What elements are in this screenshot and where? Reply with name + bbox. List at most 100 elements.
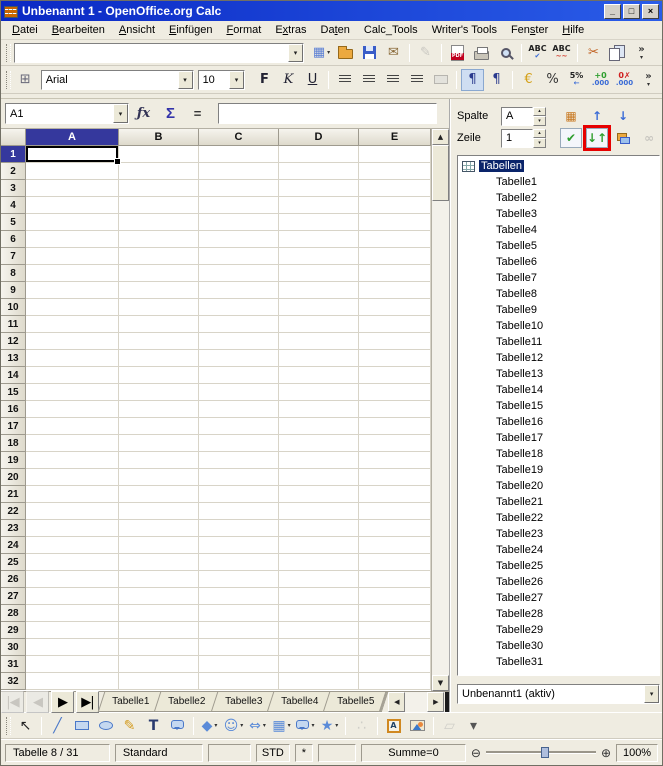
grid-cell-c26[interactable]: [199, 571, 279, 588]
grid-cell-d4[interactable]: [279, 197, 359, 214]
row-header-13[interactable]: 13: [1, 350, 26, 367]
callout-button[interactable]: [166, 715, 189, 737]
grid-cell-e22[interactable]: [359, 503, 431, 520]
dropdown-arrow-icon[interactable]: ▾: [263, 722, 266, 729]
row-header-31[interactable]: 31: [1, 656, 26, 673]
grid-cell-b32[interactable]: [119, 673, 199, 690]
row-spinner[interactable]: 1 ▴ ▾: [501, 128, 546, 148]
row-header-12[interactable]: 12: [1, 333, 26, 350]
zoom-level[interactable]: 100%: [616, 743, 659, 762]
grid-cell-d2[interactable]: [279, 163, 359, 180]
grid-cell-a17[interactable]: [26, 418, 119, 435]
menu-item-calc-tools[interactable]: Calc_Tools: [357, 22, 425, 38]
grid-cell-b11[interactable]: [119, 316, 199, 333]
grid-corner[interactable]: [1, 129, 26, 146]
cell-reference-box[interactable]: A1 ▾: [5, 103, 129, 124]
zoom-slider-thumb[interactable]: [540, 747, 549, 758]
left-to-right-button[interactable]: ¶: [461, 68, 484, 91]
grid-cell-b16[interactable]: [119, 401, 199, 418]
grid-cell-d23[interactable]: [279, 520, 359, 537]
toolbar-overflow-button[interactable]: » ▾: [637, 69, 660, 91]
grid-cell-a10[interactable]: [26, 299, 119, 316]
maximize-button[interactable]: □: [623, 3, 640, 19]
dropdown-arrow-icon[interactable]: ▾: [229, 70, 244, 89]
row-header-14[interactable]: 14: [1, 367, 26, 384]
grid-cell-a30[interactable]: [26, 639, 119, 656]
grid-cell-d7[interactable]: [279, 248, 359, 265]
grid-cell-a6[interactable]: [26, 231, 119, 248]
grid-cell-c9[interactable]: [199, 282, 279, 299]
grid-cell-d15[interactable]: [279, 384, 359, 401]
spin-down-icon[interactable]: ▾: [533, 116, 546, 126]
column-header-d[interactable]: D: [279, 129, 359, 146]
navigator-sheet-tabelle2[interactable]: Tabelle2: [458, 190, 659, 206]
grid-cell-c24[interactable]: [199, 537, 279, 554]
new-spreadsheet-button[interactable]: ▦ ▾: [310, 42, 333, 64]
navigator-sheet-tabelle30[interactable]: Tabelle30: [458, 638, 659, 654]
grid-cell-e6[interactable]: [359, 231, 431, 248]
right-to-left-button[interactable]: ¶: [485, 69, 508, 91]
menu-item-ansicht[interactable]: Ansicht: [112, 22, 162, 38]
navigator-sheet-tabelle28[interactable]: Tabelle28: [458, 606, 659, 622]
save-button[interactable]: [358, 42, 381, 64]
grid-cell-e12[interactable]: [359, 333, 431, 350]
sheet-tab-tabelle3[interactable]: Tabelle3: [210, 692, 277, 712]
grid-cell-e17[interactable]: [359, 418, 431, 435]
sheet-indicator[interactable]: Tabelle 8 / 31: [5, 743, 110, 762]
row-header-18[interactable]: 18: [1, 435, 26, 452]
email-document-button[interactable]: ✉: [382, 42, 405, 64]
row-header-25[interactable]: 25: [1, 554, 26, 571]
navigator-sheet-tabelle8[interactable]: Tabelle8: [458, 286, 659, 302]
grid-cell-c5[interactable]: [199, 214, 279, 231]
row-header-2[interactable]: 2: [1, 163, 26, 180]
navigator-sheet-tabelle25[interactable]: Tabelle25: [458, 558, 659, 574]
grid-cell-d24[interactable]: [279, 537, 359, 554]
selection-mode-indicator[interactable]: STD: [255, 743, 290, 762]
grid-cell-a20[interactable]: [26, 469, 119, 486]
scenarios-button[interactable]: [612, 128, 634, 148]
grid-cell-c18[interactable]: [199, 435, 279, 452]
grid-cell-a2[interactable]: [26, 163, 119, 180]
grid-cell-c29[interactable]: [199, 622, 279, 639]
toolbar-grip[interactable]: [6, 716, 11, 735]
grid-cell-b30[interactable]: [119, 639, 199, 656]
grid-cell-c4[interactable]: [199, 197, 279, 214]
spin-down-icon[interactable]: ▾: [533, 138, 546, 148]
grid-cell-e9[interactable]: [359, 282, 431, 299]
grid-cell-b28[interactable]: [119, 605, 199, 622]
grid-cell-a21[interactable]: [26, 486, 119, 503]
select-button[interactable]: ↖: [14, 715, 37, 737]
dropdown-arrow-icon[interactable]: ▾: [335, 722, 338, 729]
number-format-currency-button[interactable]: €: [517, 69, 540, 91]
navigator-sheet-tabelle21[interactable]: Tabelle21: [458, 494, 659, 510]
grid-cell-a9[interactable]: [26, 282, 119, 299]
row-header-4[interactable]: 4: [1, 197, 26, 214]
italic-button[interactable]: K: [277, 69, 300, 91]
font-size-combobox[interactable]: 10 ▾: [197, 69, 245, 90]
toolbar-grip[interactable]: [6, 70, 11, 89]
grid-cell-b15[interactable]: [119, 384, 199, 401]
grid-cell-e16[interactable]: [359, 401, 431, 418]
styles-button[interactable]: ⊞: [14, 69, 37, 91]
grid-cell-d26[interactable]: [279, 571, 359, 588]
page-preview-button[interactable]: [494, 42, 517, 64]
freeform-line-button[interactable]: ✎: [118, 715, 141, 737]
navigator-sheet-tabelle29[interactable]: Tabelle29: [458, 622, 659, 638]
toolbar-overflow-button[interactable]: ▾: [462, 715, 485, 737]
scroll-right-icon[interactable]: ▶: [427, 692, 445, 712]
grid-cell-d3[interactable]: [279, 180, 359, 197]
grid-cell-e27[interactable]: [359, 588, 431, 605]
grid-cell-c12[interactable]: [199, 333, 279, 350]
grid-cell-e14[interactable]: [359, 367, 431, 384]
row-header-32[interactable]: 32: [1, 673, 26, 690]
grid-cell-d6[interactable]: [279, 231, 359, 248]
minimize-button[interactable]: _: [604, 3, 621, 19]
grid-cell-c22[interactable]: [199, 503, 279, 520]
grid-cell-b2[interactable]: [119, 163, 199, 180]
row-header-5[interactable]: 5: [1, 214, 26, 231]
navigator-sheet-tabelle6[interactable]: Tabelle6: [458, 254, 659, 270]
dropdown-arrow-icon[interactable]: ▾: [214, 722, 217, 729]
grid-cell-b25[interactable]: [119, 554, 199, 571]
from-file-button[interactable]: [406, 715, 429, 737]
rectangle-button[interactable]: [70, 715, 93, 737]
